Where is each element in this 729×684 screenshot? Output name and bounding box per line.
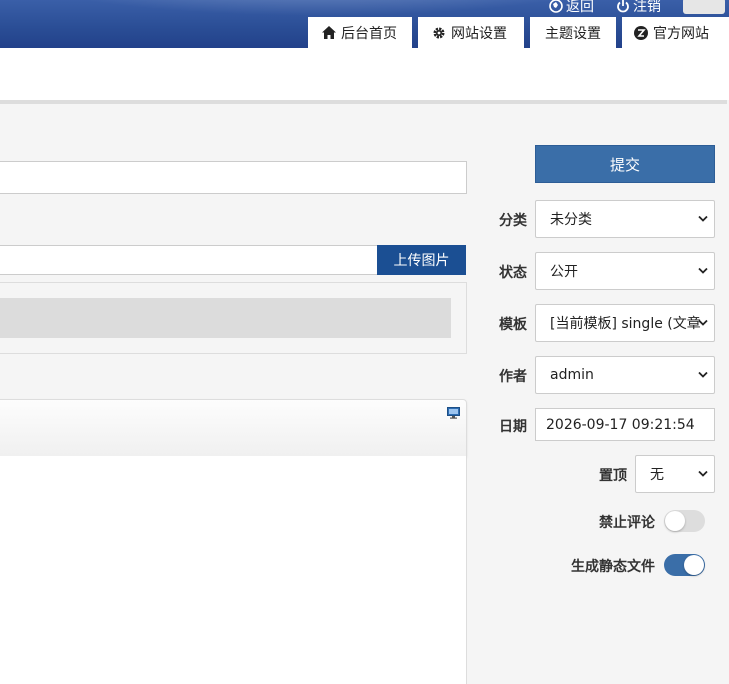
template-label: 模板 <box>499 317 527 333</box>
chevron-down-icon <box>698 267 708 274</box>
user-menu-button[interactable] <box>683 0 725 14</box>
back-link[interactable]: 返回 <box>549 0 594 16</box>
tab-theme-settings-label: 主题设置 <box>545 25 601 42</box>
toggle-knob <box>665 511 685 531</box>
chevron-down-icon <box>698 215 708 222</box>
template-select[interactable]: [当前模板] single (文章 <box>535 304 715 342</box>
sticky-label: 置顶 <box>599 468 627 484</box>
chevron-down-icon <box>698 319 708 326</box>
sticky-select[interactable]: 无 <box>635 455 715 493</box>
category-select[interactable]: 未分类 <box>535 200 715 238</box>
header-wave-decoration <box>0 0 640 16</box>
top-links: 返回 注销 <box>549 0 729 16</box>
editor-content-area[interactable] <box>0 456 467 684</box>
image-url-input[interactable] <box>0 245 378 275</box>
sub-bar <box>0 48 729 100</box>
tab-site-settings[interactable]: 网站设置 <box>418 17 524 48</box>
status-label: 状态 <box>499 265 527 281</box>
globe-icon <box>549 0 563 13</box>
chevron-down-icon <box>698 371 708 378</box>
disable-comments-toggle[interactable] <box>664 510 705 532</box>
template-select-value: [当前模板] single (文章 <box>550 316 701 332</box>
image-preview-box <box>0 282 467 354</box>
title-input[interactable] <box>0 161 467 194</box>
static-file-label: 生成静态文件 <box>571 559 655 575</box>
author-select-value: admin <box>550 367 594 383</box>
divider <box>0 100 727 104</box>
author-label: 作者 <box>499 369 527 385</box>
upload-image-button[interactable]: 上传图片 <box>377 245 466 275</box>
sticky-select-value: 无 <box>650 467 664 483</box>
z-logo-icon <box>634 25 648 40</box>
tab-admin-home[interactable]: 后台首页 <box>308 17 412 48</box>
power-icon <box>617 0 629 13</box>
logout-link[interactable]: 注销 <box>616 0 661 16</box>
status-select[interactable]: 公开 <box>535 252 715 290</box>
back-link-label: 返回 <box>566 0 594 15</box>
image-preview-placeholder <box>0 298 451 338</box>
home-icon <box>322 26 336 39</box>
top-header: 返回 注销 后台首页 网站设置 主题设置 官方网站 <box>0 0 729 48</box>
toggle-knob <box>684 555 704 575</box>
tab-theme-settings[interactable]: 主题设置 <box>530 17 616 48</box>
author-select[interactable]: admin <box>535 356 715 394</box>
category-select-value: 未分类 <box>550 212 592 228</box>
disable-comments-label: 禁止评论 <box>599 515 655 531</box>
monitor-icon[interactable] <box>447 407 460 423</box>
tab-official-site-label: 官方网站 <box>653 25 709 42</box>
submit-button[interactable]: 提交 <box>535 145 715 183</box>
status-select-value: 公开 <box>550 264 578 280</box>
chevron-down-icon <box>698 470 708 477</box>
gear-icon <box>433 27 445 38</box>
tab-official-site[interactable]: 官方网站 <box>622 17 729 48</box>
nav-tabs: 后台首页 网站设置 主题设置 官方网站 <box>302 17 729 48</box>
tab-site-settings-label: 网站设置 <box>451 25 507 42</box>
editor-toolbar <box>0 399 467 457</box>
category-label: 分类 <box>499 213 527 229</box>
tab-admin-home-label: 后台首页 <box>341 25 397 42</box>
static-file-toggle[interactable] <box>664 554 705 576</box>
date-label: 日期 <box>499 419 527 435</box>
logout-link-label: 注销 <box>633 0 661 15</box>
date-input[interactable]: 2026-09-17 09:21:54 <box>535 408 715 441</box>
